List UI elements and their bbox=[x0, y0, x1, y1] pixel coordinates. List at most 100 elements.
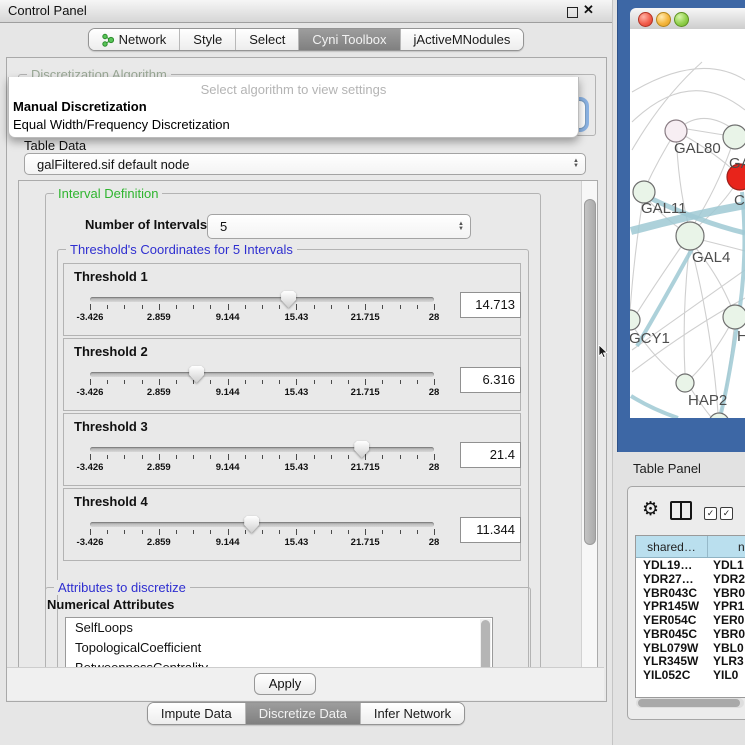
settings-gear-icon[interactable]: ⚙ bbox=[642, 498, 659, 520]
tick-mark bbox=[176, 380, 177, 384]
column-header-shared-name[interactable]: shared… bbox=[636, 536, 708, 557]
attributes-group-title: Attributes to discretize bbox=[54, 580, 190, 595]
settings-vertical-scrollbar[interactable] bbox=[581, 181, 598, 669]
tick-label: -3.426 bbox=[68, 387, 112, 398]
tick-mark bbox=[365, 529, 366, 535]
table-row[interactable]: YIL052CYIL0 bbox=[636, 668, 745, 682]
table-row[interactable]: YBR045CYBR0 bbox=[636, 627, 745, 641]
node-attribute-table[interactable]: shared… n YDL19…YDL1YDR27…YDR2YBR043CYBR… bbox=[635, 535, 745, 698]
tick-mark bbox=[314, 305, 315, 309]
slider-handle[interactable] bbox=[281, 291, 296, 308]
zoom-traffic-light-icon[interactable] bbox=[674, 12, 689, 27]
tick-mark bbox=[228, 304, 229, 310]
apply-button[interactable]: Apply bbox=[254, 673, 316, 695]
thresholds-group-title: Threshold's Coordinates for 5 Intervals bbox=[66, 242, 297, 257]
network-node[interactable] bbox=[723, 305, 745, 329]
checkbox-icon[interactable]: ✓ bbox=[720, 507, 733, 520]
tick-mark bbox=[228, 529, 229, 535]
tab-impute-data[interactable]: Impute Data bbox=[148, 703, 246, 724]
tick-mark bbox=[107, 455, 108, 459]
network-edge[interactable] bbox=[632, 68, 745, 92]
slider-handle[interactable] bbox=[189, 366, 204, 383]
network-node[interactable] bbox=[676, 374, 694, 392]
table-row[interactable]: YBL079WYBL0 bbox=[636, 641, 745, 655]
minimize-traffic-light-icon[interactable] bbox=[656, 12, 671, 27]
tick-mark bbox=[90, 529, 91, 535]
table-row[interactable]: YBR043CYBR0 bbox=[636, 586, 745, 600]
network-node[interactable] bbox=[709, 413, 729, 418]
apply-bar: Apply bbox=[7, 667, 604, 700]
attribute-list-item[interactable]: TopologicalCoefficient bbox=[66, 638, 492, 658]
tick-mark bbox=[90, 454, 91, 460]
threshold-slider[interactable]: -3.4262.8599.14415.4321.71528 bbox=[90, 366, 434, 402]
tick-label: 2.859 bbox=[137, 387, 181, 398]
tick-mark bbox=[107, 380, 108, 384]
algorithm-dropdown-popup: Select algorithm to view settings Manual… bbox=[8, 77, 579, 138]
network-edge-highlighted[interactable] bbox=[631, 396, 678, 418]
tab-discretize-data[interactable]: Discretize Data bbox=[246, 703, 361, 724]
tick-mark bbox=[331, 305, 332, 309]
table-row[interactable]: YER054CYER0 bbox=[636, 613, 745, 627]
threshold-value-field[interactable]: 14.713 bbox=[460, 292, 521, 318]
tick-mark bbox=[176, 455, 177, 459]
threshold-slider[interactable]: -3.4262.8599.14415.4321.71528 bbox=[90, 291, 434, 327]
network-edge[interactable] bbox=[692, 327, 729, 377]
table-cell-shared-name: YDR27… bbox=[636, 572, 707, 586]
tab-label: Style bbox=[193, 32, 222, 47]
tab-label: Network bbox=[119, 32, 167, 47]
network-node[interactable] bbox=[676, 222, 704, 250]
float-window-icon[interactable] bbox=[567, 7, 578, 18]
tick-mark bbox=[417, 455, 418, 459]
tab-jactivemnodules[interactable]: jActiveMNodules bbox=[401, 29, 524, 50]
tick-mark bbox=[142, 530, 143, 534]
threshold-value-field[interactable]: 21.4 bbox=[460, 442, 521, 468]
network-node[interactable] bbox=[665, 120, 687, 142]
table-data-combobox[interactable]: galFiltered.sif default node ▲▼ bbox=[24, 153, 586, 175]
slider-track bbox=[90, 522, 434, 527]
tab-network[interactable]: Network bbox=[89, 29, 181, 50]
threshold-panel: Threshold 2-3.4262.8599.14415.4321.71528… bbox=[63, 338, 521, 411]
tick-mark bbox=[279, 380, 280, 384]
threshold-value-field[interactable]: 6.316 bbox=[460, 367, 521, 393]
table-row[interactable]: YDR27…YDR2 bbox=[636, 572, 745, 586]
column-header-name[interactable]: n bbox=[708, 536, 745, 557]
tab-style[interactable]: Style bbox=[180, 29, 236, 50]
number-of-intervals-combobox[interactable]: 5 ▲▼ bbox=[207, 214, 471, 239]
network-canvas[interactable]: GAL80GACGAL11GAL4GCY1HHAP2 bbox=[630, 29, 745, 418]
threshold-value-field[interactable]: 11.344 bbox=[460, 517, 521, 543]
tick-label: 2.859 bbox=[137, 312, 181, 323]
checkbox-icon[interactable]: ✓ bbox=[704, 507, 717, 520]
attribute-list-item[interactable]: SelfLoops bbox=[66, 618, 492, 638]
slider-handle[interactable] bbox=[244, 516, 259, 533]
numerical-attributes-list[interactable]: SelfLoopsTopologicalCoefficientBetweenne… bbox=[65, 617, 493, 670]
tick-mark bbox=[262, 455, 263, 459]
bottom-tab-bar: Impute DataDiscretize DataInfer Network bbox=[0, 702, 612, 725]
network-edge[interactable] bbox=[687, 129, 724, 135]
tab-infer-network[interactable]: Infer Network bbox=[361, 703, 464, 724]
tab-select[interactable]: Select bbox=[236, 29, 299, 50]
tick-mark bbox=[417, 530, 418, 534]
tick-mark bbox=[159, 304, 160, 310]
close-icon[interactable]: ✕ bbox=[583, 2, 594, 18]
tab-cyni-toolbox[interactable]: Cyni Toolbox bbox=[299, 29, 400, 50]
tick-label: 9.144 bbox=[206, 537, 250, 548]
network-node[interactable] bbox=[723, 125, 745, 149]
attributes-scrollbar[interactable] bbox=[480, 619, 491, 670]
network-node-label: GAL4 bbox=[692, 249, 730, 266]
table-row[interactable]: YLR345WYLR3 bbox=[636, 655, 745, 669]
tick-mark bbox=[331, 380, 332, 384]
threshold-slider[interactable]: -3.4262.8599.14415.4321.71528 bbox=[90, 441, 434, 477]
network-node[interactable] bbox=[630, 310, 640, 330]
split-columns-icon[interactable] bbox=[670, 501, 692, 520]
threshold-slider[interactable]: -3.4262.8599.14415.4321.71528 bbox=[90, 516, 434, 552]
popup-option-manual-discretization[interactable]: Manual Discretization bbox=[13, 99, 147, 114]
table-row[interactable]: YDL19…YDL1 bbox=[636, 558, 745, 572]
network-edge[interactable] bbox=[632, 91, 745, 122]
close-traffic-light-icon[interactable] bbox=[638, 12, 653, 27]
table-row[interactable]: YPR145WYPR1 bbox=[636, 599, 745, 613]
popup-option-equal-width-frequency[interactable]: Equal Width/Frequency Discretization bbox=[13, 117, 230, 132]
tick-label: 28 bbox=[412, 312, 456, 323]
table-horizontal-scrollbar[interactable] bbox=[636, 698, 744, 708]
network-window-titlebar[interactable] bbox=[630, 8, 745, 30]
slider-handle[interactable] bbox=[354, 441, 369, 458]
